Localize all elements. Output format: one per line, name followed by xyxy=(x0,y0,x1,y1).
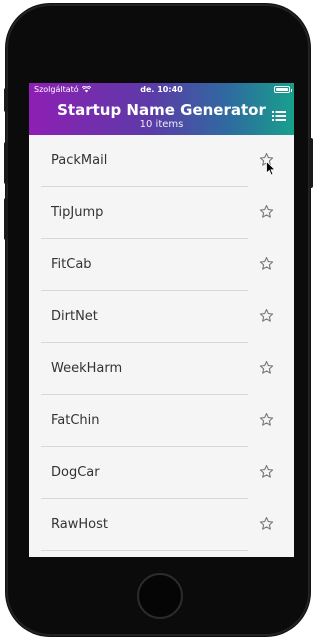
list-item-label: WeekHarm xyxy=(51,361,123,376)
list-item-label: RawHost xyxy=(51,517,108,532)
list-icon[interactable] xyxy=(272,110,286,122)
app-screen: Szolgáltató de. 10:40 Startup Name Gener… xyxy=(29,83,294,557)
star-outline-icon[interactable] xyxy=(259,412,274,427)
volume-up-button xyxy=(4,142,8,184)
list-item[interactable]: DirtNet xyxy=(41,291,274,343)
battery-icon xyxy=(274,86,292,93)
list-item-label: DogCar xyxy=(51,465,100,480)
list-item[interactable]: RawHost xyxy=(41,499,274,551)
phone-device: Szolgáltató de. 10:40 Startup Name Gener… xyxy=(0,0,316,640)
list-item[interactable]: PackMail xyxy=(41,135,274,187)
power-button xyxy=(309,138,313,188)
status-bar: Szolgáltató de. 10:40 xyxy=(29,83,294,96)
page-subtitle: 10 items xyxy=(139,119,184,130)
page-title: Startup Name Generator xyxy=(57,101,266,119)
list-item-label: DirtNet xyxy=(51,309,98,324)
star-outline-icon[interactable] xyxy=(259,256,274,271)
star-outline-icon[interactable] xyxy=(259,360,274,375)
status-time: de. 10:40 xyxy=(140,85,183,94)
mouse-cursor-icon xyxy=(266,161,276,176)
star-outline-icon[interactable] xyxy=(259,516,274,531)
list-item[interactable]: FatChin xyxy=(41,395,274,447)
list-item-label: FatChin xyxy=(51,413,100,428)
star-outline-icon[interactable] xyxy=(259,204,274,219)
mute-switch xyxy=(4,88,8,112)
star-outline-icon[interactable] xyxy=(259,308,274,323)
list-item[interactable]: TipJump xyxy=(41,187,274,239)
volume-down-button xyxy=(4,198,8,240)
home-button[interactable] xyxy=(137,573,183,619)
list-item[interactable]: FitCab xyxy=(41,239,274,291)
startup-name-list: PackMail TipJump FitCab DirtNet WeekHarm… xyxy=(29,135,294,551)
list-item[interactable]: WeekHarm xyxy=(41,343,274,395)
list-item-label: FitCab xyxy=(51,257,92,272)
list-item[interactable]: DogCar xyxy=(41,447,274,499)
list-item-label: PackMail xyxy=(51,153,108,168)
list-item-label: TipJump xyxy=(51,205,104,220)
app-bar: Szolgáltató de. 10:40 Startup Name Gener… xyxy=(29,83,294,135)
star-outline-icon[interactable] xyxy=(259,464,274,479)
